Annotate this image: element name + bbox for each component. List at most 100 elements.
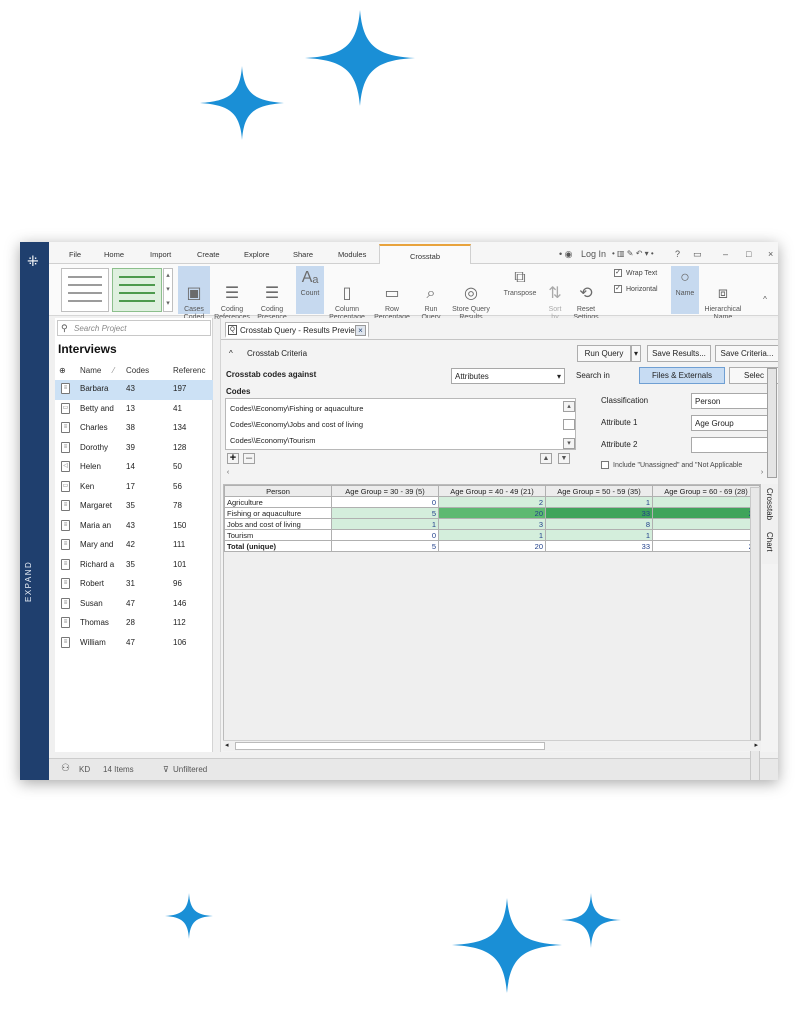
tab-create[interactable]: Create <box>197 250 220 259</box>
remove-code-icon[interactable]: – <box>243 453 255 464</box>
row-label[interactable]: Tourism <box>224 529 332 541</box>
crosstab-cell[interactable]: 8 <box>545 518 653 530</box>
code-item[interactable]: Codes\\Economy\Fishing or aquaculture <box>230 404 363 413</box>
row-label[interactable]: Agriculture <box>224 496 332 508</box>
coding-presence-button[interactable]: ☰Coding Presence <box>254 266 290 321</box>
list-item[interactable]: ▭ Betty and 13 41 <box>55 400 213 420</box>
tab-crosstab[interactable]: Crosstab <box>379 244 471 264</box>
collapse-ribbon-icon[interactable]: ^ <box>759 296 771 308</box>
list-item[interactable]: ≡ Susan 47 146 <box>55 595 213 615</box>
scroll-left-icon[interactable]: ◂ <box>225 741 229 749</box>
crosstab-cell[interactable]: 3 <box>438 518 546 530</box>
expand-label[interactable]: EXPAND <box>24 542 33 602</box>
column-name[interactable]: Name <box>80 366 101 375</box>
scroll-left-icon[interactable]: ‹ <box>223 468 233 479</box>
count-button[interactable]: Aₐ Count <box>296 266 324 314</box>
list-item[interactable]: ≡ Robert 31 96 <box>55 575 213 595</box>
tab-explore[interactable]: Explore <box>244 250 269 259</box>
crosstab-cell[interactable]: 5 <box>331 507 439 519</box>
add-column-icon[interactable]: ⊕ <box>59 366 66 375</box>
hierarchical-name-button[interactable]: ⧈Hierarchical Name <box>701 266 745 321</box>
table-row[interactable]: Tourism0110 <box>224 529 760 541</box>
code-checkbox[interactable] <box>563 419 575 430</box>
list-item[interactable]: ≡ Barbara 43 197 <box>55 380 213 400</box>
table-row[interactable]: Total (unique)5203328 <box>224 540 760 552</box>
criteria-scrollbar[interactable] <box>767 368 777 478</box>
cases-coded-button[interactable]: ▣Cases Coded <box>178 266 210 321</box>
crosstab-against-select[interactable]: Attributes ▾ <box>451 368 565 384</box>
help-button[interactable]: ? <box>675 249 680 259</box>
list-item[interactable]: ≡ Charles 38 134 <box>55 419 213 439</box>
crosstab-cell[interactable]: 33 <box>545 540 653 552</box>
list-item[interactable]: ◁ Helen 14 50 <box>55 458 213 478</box>
run-query-dropdown-icon[interactable]: ▾ <box>631 345 641 362</box>
row-label[interactable]: Jobs and cost of living <box>224 518 332 530</box>
crosstab-cell[interactable]: 33 <box>545 507 653 519</box>
gallery-scroll-icon[interactable]: ▴ ▾ ▾ <box>163 268 173 312</box>
layout-gallery-plain[interactable] <box>61 268 109 312</box>
crosstab-cell[interactable]: 20 <box>438 507 546 519</box>
scroll-right-icon[interactable]: ▸ <box>754 741 758 749</box>
crosstab-row-header[interactable]: Person <box>224 485 332 497</box>
codes-list[interactable]: Codes\\Economy\Fishing or aquaculture Co… <box>225 398 576 450</box>
comment-icon[interactable]: ▭ <box>693 249 702 260</box>
transpose-button[interactable]: ⧉ Transpose <box>501 266 539 314</box>
tab-file[interactable]: File <box>69 250 81 259</box>
save-results-button[interactable]: Save Results... <box>647 345 711 362</box>
crosstab-cell[interactable]: 0 <box>331 496 439 508</box>
column-references[interactable]: Referenc <box>173 366 205 375</box>
grid-vertical-scrollbar[interactable] <box>750 487 760 780</box>
table-row[interactable]: Agriculture0211 <box>224 496 760 508</box>
crosstab-column-header[interactable]: Age Group = 30 - 39 (5) <box>331 485 439 497</box>
close-button[interactable]: × <box>768 249 773 259</box>
crosstab-cell[interactable]: 2 <box>438 496 546 508</box>
tab-share[interactable]: Share <box>293 250 313 259</box>
grid-horizontal-scrollbar[interactable]: ◂ ▸ <box>223 740 761 751</box>
attribute1-select[interactable]: Age Group <box>691 415 773 431</box>
row-label[interactable]: Fishing or aquaculture <box>224 507 332 519</box>
column-codes[interactable]: Codes <box>126 366 149 375</box>
user-icon[interactable]: • ◉ <box>559 249 573 260</box>
add-code-icon[interactable]: + <box>227 453 239 464</box>
crosstab-column-header[interactable]: Age Group = 40 - 49 (21) <box>438 485 546 497</box>
code-item[interactable]: Codes\\Economy\Jobs and cost of living <box>230 420 363 429</box>
login-link[interactable]: Log In <box>581 249 606 259</box>
list-item[interactable]: ≡ Maria an 43 150 <box>55 517 213 537</box>
search-input[interactable]: ⚲ Search Project <box>57 320 211 336</box>
crosstab-cell[interactable]: 1 <box>545 529 653 541</box>
list-item[interactable]: ≡ Richard a 35 101 <box>55 556 213 576</box>
maximize-button[interactable]: □ <box>746 249 751 259</box>
table-row[interactable]: Jobs and cost of living1385 <box>224 518 760 530</box>
quick-access-icon[interactable]: • ▥ ✎ ↶ ▾ • <box>612 249 654 258</box>
scroll-up-icon[interactable]: ▴ <box>563 401 575 412</box>
run-query-ribbon-button[interactable]: ⌕Run Query <box>419 266 443 321</box>
grid-dots-icon[interactable]: ⁜ <box>27 254 39 268</box>
crosstab-cell[interactable]: 1 <box>331 518 439 530</box>
crosstab-cell[interactable]: 1 <box>438 529 546 541</box>
list-item[interactable]: ≡ Thomas 28 112 <box>55 614 213 634</box>
attribute2-select[interactable] <box>691 437 773 453</box>
side-tab-crosstab[interactable]: Crosstab <box>765 488 774 520</box>
move-up-icon[interactable]: ▲ <box>540 453 552 464</box>
crosstab-cell[interactable]: 1 <box>545 496 653 508</box>
scroll-right-icon[interactable]: › <box>757 468 767 479</box>
list-item[interactable]: ≡ Margaret 35 78 <box>55 497 213 517</box>
close-tab-icon[interactable]: × <box>355 325 366 336</box>
coding-references-button[interactable]: ☰Coding References <box>212 266 252 321</box>
list-item[interactable]: ≡ William 47 106 <box>55 634 213 654</box>
minimize-button[interactable]: – <box>723 249 728 259</box>
list-item[interactable]: ≡ Dorothy 39 128 <box>55 439 213 459</box>
crosstab-cell[interactable]: 28 <box>652 540 760 552</box>
row-label[interactable]: Total (unique) <box>224 540 332 552</box>
crosstab-cell[interactable]: 0 <box>331 529 439 541</box>
crosstab-column-header[interactable]: Age Group = 60 - 69 (28) <box>652 485 760 497</box>
classification-select[interactable]: Person <box>691 393 773 409</box>
wrap-text-checkbox[interactable]: ✓ Wrap Text <box>614 269 657 277</box>
files-externals-button[interactable]: Files & Externals <box>639 367 725 384</box>
layout-gallery-green[interactable] <box>112 268 162 312</box>
scroll-down-icon[interactable]: ▾ <box>563 438 575 449</box>
name-button[interactable]: ○ Name <box>671 266 699 314</box>
status-filter[interactable]: Unfiltered <box>173 765 207 774</box>
crosstab-cell[interactable]: 5 <box>331 540 439 552</box>
collapse-criteria-icon[interactable]: ^ <box>229 349 233 358</box>
